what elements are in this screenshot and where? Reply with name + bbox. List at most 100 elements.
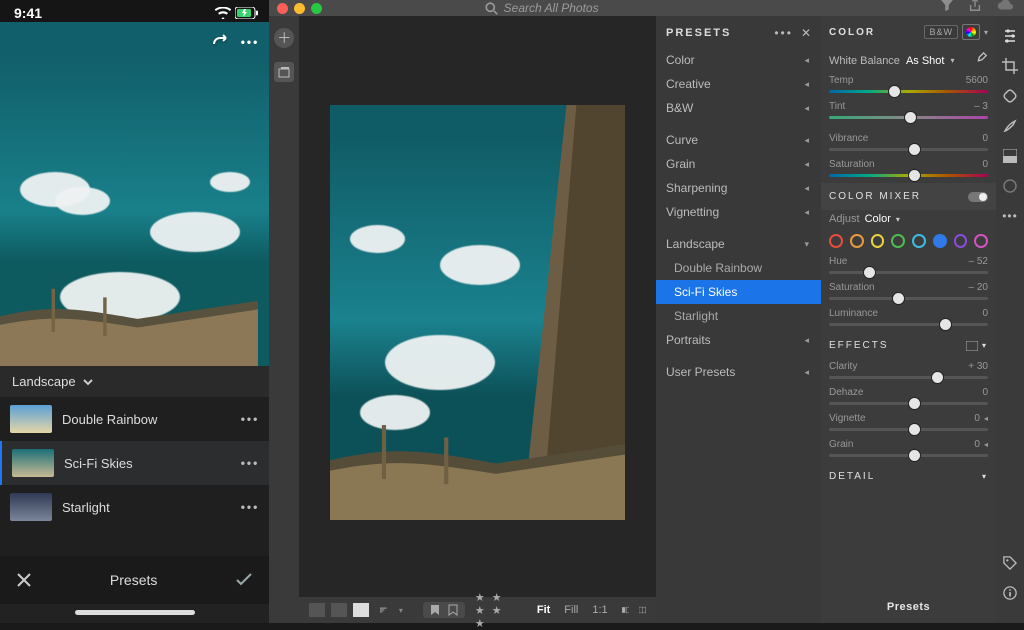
brush-icon[interactable] <box>1002 118 1018 134</box>
close-window-icon[interactable] <box>277 3 288 14</box>
saturation-slider[interactable]: Saturation0 <box>821 157 996 183</box>
mobile-preset-item[interactable]: Sci-Fi Skies ••• <box>0 441 269 485</box>
chevron-down-icon <box>82 376 94 388</box>
close-icon[interactable] <box>16 572 32 588</box>
color-section-title: COLOR <box>829 27 875 38</box>
crop-icon[interactable] <box>1002 58 1018 74</box>
detail-title[interactable]: DETAIL▾ <box>821 463 996 490</box>
tag-icon[interactable] <box>1002 555 1018 571</box>
cloud-icon[interactable] <box>996 0 1014 12</box>
color-swatch[interactable] <box>829 234 843 248</box>
linear-gradient-icon[interactable] <box>1002 148 1018 164</box>
preset-item[interactable]: Starlight <box>656 304 821 328</box>
hue-slider[interactable]: Hue– 52 <box>821 254 996 280</box>
color-swatch[interactable] <box>871 234 885 248</box>
preset-group[interactable]: User Presets◂ <box>656 360 821 384</box>
title-bar: Search All Photos <box>269 0 1024 16</box>
preset-group-expanded[interactable]: Landscape▾ <box>656 232 821 256</box>
color-swatch[interactable] <box>933 234 947 248</box>
preset-group[interactable]: Creative◂ <box>656 72 821 96</box>
preset-group[interactable]: Color◂ <box>656 48 821 72</box>
vignette-slider[interactable]: Vignette0◂ <box>821 411 996 437</box>
temp-slider[interactable]: Temp5600 <box>821 73 996 99</box>
luminance-slider[interactable]: Luminance0 <box>821 306 996 332</box>
clarity-slider[interactable]: Clarity+ 30 <box>821 359 996 385</box>
more-icon[interactable]: ••• <box>241 500 260 514</box>
bw-toggle[interactable]: B&W <box>924 25 958 39</box>
adjust-panel: COLOR B&W ▾ White Balance As Shot ▾ Te <box>821 16 996 623</box>
grid-view-icon[interactable] <box>309 603 325 617</box>
color-swatch[interactable] <box>912 234 926 248</box>
search-icon <box>485 2 498 15</box>
library-icon[interactable] <box>274 62 294 82</box>
redo-icon[interactable] <box>211 34 231 50</box>
status-time: 9:41 <box>14 5 42 21</box>
color-swatch[interactable] <box>954 234 968 248</box>
mobile-preset-group[interactable]: Landscape <box>0 366 269 397</box>
rating-stars[interactable]: ★ ★ ★ ★ ★ <box>475 591 513 630</box>
color-swatch[interactable] <box>850 234 864 248</box>
color-profile-icon[interactable] <box>962 24 980 40</box>
preset-group[interactable]: Vignetting◂ <box>656 200 821 224</box>
flag-pick-icon[interactable] <box>429 604 441 616</box>
color-mixer-toggle[interactable] <box>968 192 988 202</box>
effects-title: EFFECTS ▾ <box>821 332 996 359</box>
mobile-preset-item[interactable]: Double Rainbow ••• <box>0 397 269 441</box>
window-controls[interactable] <box>277 3 322 14</box>
mixer-adjust-select[interactable]: Adjust Color ▾ <box>821 210 996 228</box>
preset-group[interactable]: Portraits◂ <box>656 328 821 352</box>
radial-gradient-icon[interactable] <box>1002 178 1018 194</box>
more-icon[interactable]: ••• <box>241 456 260 470</box>
effects-view-icon[interactable] <box>966 341 978 351</box>
view-mode-group <box>309 603 369 617</box>
healing-icon[interactable] <box>1002 88 1018 104</box>
bridge-silhouette <box>330 396 625 521</box>
detail-view-icon[interactable] <box>353 603 369 617</box>
more-tools-icon[interactable]: ••• <box>1002 208 1018 224</box>
flag-reject-icon[interactable] <box>447 604 459 616</box>
minimize-window-icon[interactable] <box>294 3 305 14</box>
maximize-window-icon[interactable] <box>311 3 322 14</box>
grain-slider[interactable]: Grain0◂ <box>821 437 996 463</box>
more-icon[interactable]: ••• <box>774 26 793 40</box>
main-photo[interactable] <box>330 105 625 520</box>
dehaze-slider[interactable]: Dehaze0 <box>821 385 996 411</box>
add-photo-icon[interactable]: ＋ <box>274 28 294 48</box>
zoom-fit-group[interactable]: Fit Fill 1:1 <box>533 604 612 616</box>
tint-slider[interactable]: Tint– 3 <box>821 99 996 125</box>
color-swatch[interactable] <box>974 234 988 248</box>
preset-item-selected[interactable]: Sci-Fi Skies <box>656 280 821 304</box>
preset-group[interactable]: Curve◂ <box>656 128 821 152</box>
mobile-bottom-title: Presets <box>110 572 157 588</box>
mobile-section-label: Landscape <box>12 374 76 389</box>
wifi-icon <box>215 7 231 19</box>
sort-icon[interactable] <box>379 604 389 616</box>
vibrance-slider[interactable]: Vibrance0 <box>821 131 996 157</box>
before-after-icon[interactable] <box>622 604 630 616</box>
color-swatch[interactable] <box>891 234 905 248</box>
home-indicator <box>75 610 195 615</box>
preset-item[interactable]: Double Rainbow <box>656 256 821 280</box>
original-icon[interactable] <box>639 604 646 616</box>
presets-footer-button[interactable]: Presets <box>821 591 996 623</box>
info-icon[interactable] <box>1002 585 1018 601</box>
check-icon[interactable] <box>235 573 253 587</box>
preset-group[interactable]: Sharpening◂ <box>656 176 821 200</box>
more-icon[interactable]: ••• <box>241 35 260 49</box>
more-icon[interactable]: ••• <box>241 412 260 426</box>
compare-view-icon[interactable] <box>331 603 347 617</box>
edit-sliders-icon[interactable] <box>1002 28 1018 44</box>
preset-group[interactable]: B&W◂ <box>656 96 821 120</box>
filter-icon[interactable] <box>940 0 954 12</box>
color-swatches <box>821 228 996 254</box>
mix-saturation-slider[interactable]: Saturation– 20 <box>821 280 996 306</box>
presets-title: PRESETS <box>666 27 731 39</box>
preset-group[interactable]: Grain◂ <box>656 152 821 176</box>
eyedropper-icon[interactable] <box>974 52 988 69</box>
close-panel-icon[interactable]: ✕ <box>801 26 811 40</box>
white-balance-select[interactable]: White Balance As Shot ▾ <box>821 48 996 73</box>
color-mixer-title: COLOR MIXER <box>821 183 996 210</box>
share-icon[interactable] <box>968 0 982 12</box>
left-tool-strip: ＋ <box>269 16 299 623</box>
mobile-preset-item[interactable]: Starlight ••• <box>0 485 269 529</box>
